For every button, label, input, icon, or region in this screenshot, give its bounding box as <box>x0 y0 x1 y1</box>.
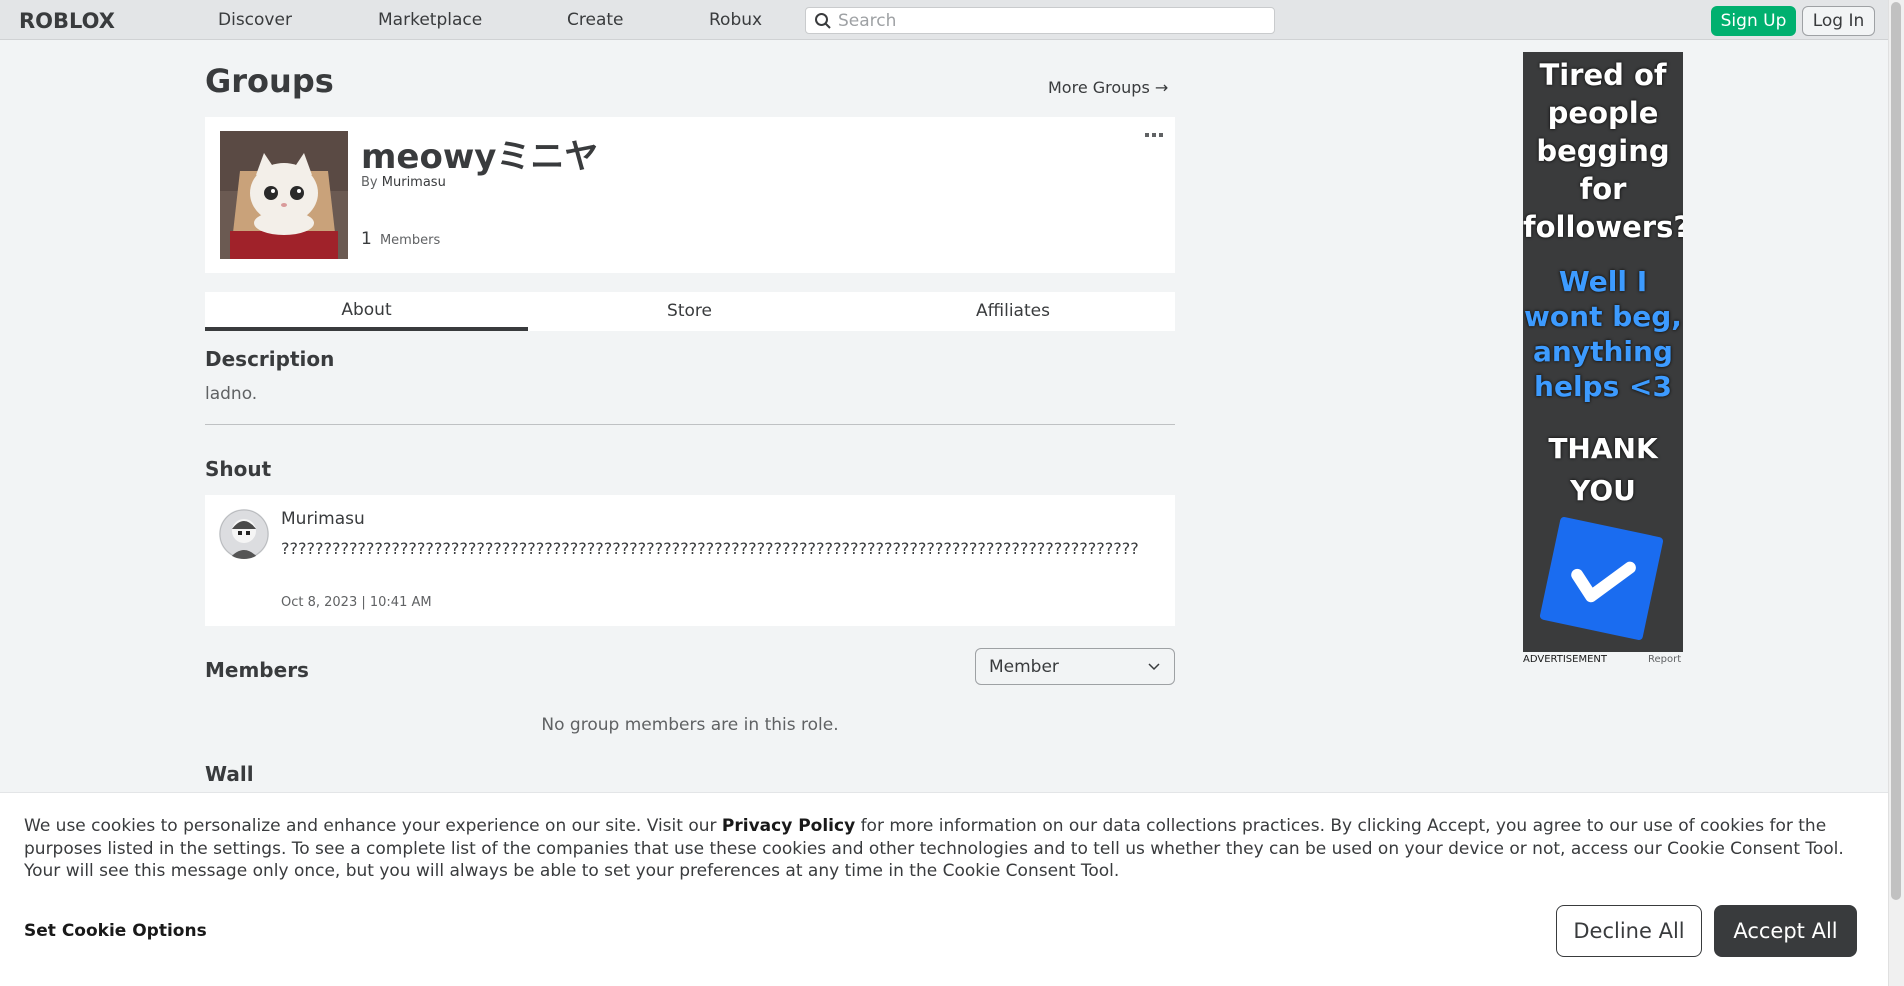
shout-timestamp: Oct 8, 2023 | 10:41 AM <box>281 595 432 610</box>
group-tabs: About Store Affiliates <box>205 292 1175 331</box>
tab-affiliates[interactable]: Affiliates <box>851 292 1175 331</box>
cookie-consent-banner: We use cookies to personalize and enhanc… <box>0 792 1888 986</box>
section-divider <box>205 424 1175 425</box>
log-in-button[interactable]: Log In <box>1802 6 1875 36</box>
members-heading: Members <box>205 658 309 682</box>
checkmark-icon <box>1539 516 1664 641</box>
ad-subline: Well I wont beg, anything helps <3 <box>1524 265 1682 403</box>
top-navigation-bar: ROBLOX Discover Marketplace Create Robux… <box>0 0 1888 40</box>
member-count-label: Members <box>379 233 441 248</box>
cookie-text-before: We use cookies to personalize and enhanc… <box>24 816 722 836</box>
no-members-message: No group members are in this role. <box>541 715 839 735</box>
ad-headline: Tired of people begging for followers? <box>1523 58 1683 244</box>
group-member-count: 1 Members <box>361 229 440 249</box>
accept-all-button[interactable]: Accept All <box>1714 905 1857 957</box>
advertisement-banner[interactable]: Tired of people begging for followers? W… <box>1523 52 1683 652</box>
ad-report-link[interactable]: Report <box>1648 654 1681 665</box>
search-input[interactable] <box>836 9 1266 32</box>
description-heading: Description <box>205 347 335 371</box>
shout-card: Murimasu ???????????????????????????????… <box>205 495 1175 626</box>
roblox-logo[interactable]: ROBLOX <box>19 9 139 31</box>
group-owner: By Murimasu <box>361 175 446 190</box>
tab-store[interactable]: Store <box>528 292 851 331</box>
shout-heading: Shout <box>205 457 272 481</box>
shout-poster-name[interactable]: Murimasu <box>281 509 365 529</box>
owner-link[interactable]: Murimasu <box>382 175 446 190</box>
avatar[interactable] <box>219 509 269 559</box>
member-count-value: 1 <box>361 229 372 249</box>
nav-robux[interactable]: Robux <box>709 10 762 30</box>
more-groups-link[interactable]: More Groups → <box>1048 78 1168 97</box>
arrow-right-icon: → <box>1154 78 1169 97</box>
scrollbar-thumb[interactable] <box>1891 2 1901 900</box>
tab-about[interactable]: About <box>205 292 528 331</box>
search-box <box>805 7 1275 34</box>
sign-up-button[interactable]: Sign Up <box>1711 6 1796 36</box>
wall-heading: Wall <box>205 762 254 786</box>
shout-body: ????????????????????????????????????????… <box>281 539 1139 558</box>
group-emblem-image <box>220 131 348 259</box>
ad-thanks: THANK YOU <box>1548 432 1658 507</box>
vertical-scrollbar[interactable] <box>1888 0 1904 986</box>
page-title: Groups <box>205 62 334 100</box>
nav-marketplace[interactable]: Marketplace <box>378 10 482 30</box>
set-cookie-options-link[interactable]: Set Cookie Options <box>24 921 207 941</box>
more-options-icon[interactable] <box>1143 129 1165 143</box>
group-name: meowyミニヤ <box>361 137 599 177</box>
svg-text:ROBLOX: ROBLOX <box>19 9 115 31</box>
search-icon <box>815 13 831 29</box>
more-groups-label: More Groups <box>1048 78 1150 97</box>
nav-create[interactable]: Create <box>567 10 624 30</box>
by-label: By <box>361 175 378 190</box>
nav-discover[interactable]: Discover <box>218 10 292 30</box>
advertisement-label: ADVERTISEMENT <box>1523 654 1608 665</box>
role-selected-value: Member <box>989 657 1059 677</box>
role-dropdown[interactable]: Member <box>975 648 1175 685</box>
group-header-card: meowyミニヤ By Murimasu 1 Members <box>205 117 1175 273</box>
decline-all-button[interactable]: Decline All <box>1556 905 1702 957</box>
description-text: ladno. <box>205 384 258 404</box>
privacy-policy-link[interactable]: Privacy Policy <box>722 816 855 836</box>
cookie-message: We use cookies to personalize and enhanc… <box>24 815 1864 883</box>
chevron-down-icon <box>1148 663 1160 671</box>
